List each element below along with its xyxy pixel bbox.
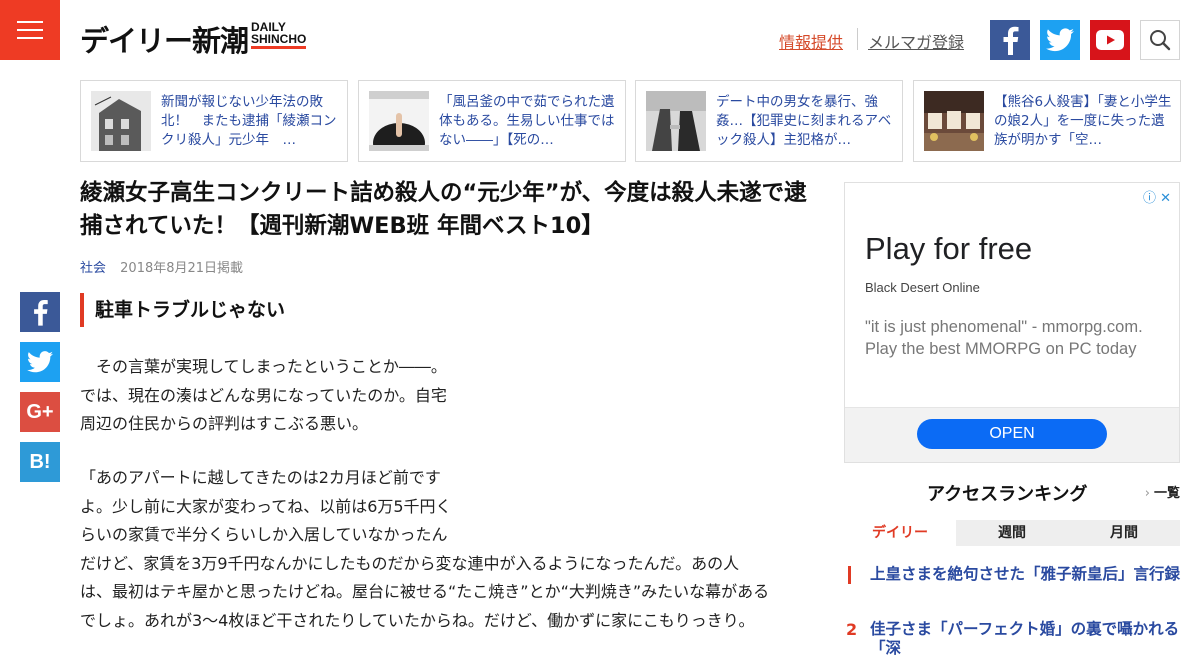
card-title: 「風呂釜の中で茹でられた遺体もある。生易しい仕事ではない――」【死の… [439, 94, 615, 148]
ranking-more-link[interactable]: › 一覧 [1145, 482, 1180, 501]
ad-advertiser: Black Desert Online [865, 280, 980, 295]
hatena-bookmark-icon: B! [29, 450, 51, 473]
chevron-right-icon: › [1144, 486, 1150, 501]
related-card[interactable]: デート中の男女を暴行、強姦…【犯罪史に刻まれるアベック殺人】主犯格が… [635, 80, 903, 162]
ad-open-button[interactable]: OPEN [917, 419, 1107, 449]
tab-weekly[interactable]: 週間 [956, 520, 1068, 546]
menu-icon [17, 21, 43, 39]
search-button[interactable] [1140, 20, 1180, 60]
adchoices-icon[interactable]: ⓘ ✕ [1143, 187, 1171, 206]
share-twitter-button[interactable] [20, 342, 60, 382]
facebook-icon [34, 300, 48, 326]
ad-description: "it is just phenomenal" - mmorpg.com. Pl… [865, 318, 1143, 358]
rank-title: 上皇さまを絶句させた「雅子新皇后」言行録 [870, 565, 1181, 583]
card-thumbnail [646, 91, 706, 151]
site-logo[interactable]: デイリー新潮 DAILY SHINCHO [80, 18, 307, 60]
logo-text-en: DAILY SHINCHO [251, 18, 307, 49]
header-divider [857, 28, 858, 50]
newsletter-link[interactable]: メルマガ登録 [868, 29, 964, 53]
share-hatena-button[interactable]: B! [20, 442, 60, 482]
twitter-icon [27, 351, 53, 373]
article-paragraph: その言葉が実現してしまったということか――。 では、現在の湊はどんな男になってい… [80, 357, 447, 433]
info-submit-link[interactable]: 情報提供 [779, 29, 843, 53]
card-title: デート中の男女を暴行、強姦…【犯罪史に刻まれるアベック殺人】主犯格が… [716, 94, 892, 148]
twitter-icon [1046, 28, 1074, 52]
article-date: 2018年8月21日掲載 [120, 261, 244, 276]
youtube-icon [1096, 30, 1124, 50]
share-google-plus-button[interactable]: G+ [20, 392, 60, 432]
tab-monthly[interactable]: 月間 [1068, 520, 1180, 546]
search-icon [1150, 30, 1171, 51]
card-thumbnail [369, 91, 429, 151]
menu-button[interactable] [0, 0, 60, 60]
sidebar-ad[interactable]: ⓘ ✕ Play for free Black Desert Online "i… [844, 182, 1180, 463]
ad-footer: OPEN [845, 407, 1179, 462]
related-card[interactable]: 新聞が報じない少年法の敗北！ またも逮捕「綾瀬コンクリ殺人」元少年 … [80, 80, 348, 162]
article-subheading: 駐車トラブルじゃない [80, 293, 285, 327]
rank-number: 1 [848, 566, 851, 584]
rank-title: 佳子さま「パーフェクト婚」の裏で囁かれる「深 [870, 620, 1180, 657]
header-twitter-button[interactable] [1040, 20, 1080, 60]
related-card[interactable]: 「風呂釜の中で茹でられた遺体もある。生易しい仕事ではない――」【死の… [358, 80, 626, 162]
header-facebook-button[interactable] [990, 20, 1030, 60]
card-title: 【熊谷6人殺害】「妻と小学生の娘2人」を一度に失った遺族が明かす「空… [994, 94, 1172, 148]
card-thumbnail [91, 91, 151, 151]
article-title: 綾瀬女子高生コンクリート詰め殺人の“元少年”が、今度は殺人未遂で逮捕されていた！… [80, 180, 807, 239]
logo-text-jp: デイリー新潮 [80, 24, 249, 58]
ad-headline[interactable]: Play for free [865, 231, 1032, 267]
google-plus-icon: G+ [26, 400, 54, 423]
article-paragraph: 「あのアパートに越してきたのは2カ月ほど前です よ。少し前に大家が変わってね、以… [80, 468, 770, 630]
ranking-header: アクセスランキング › 一覧 [844, 478, 1180, 505]
header-youtube-button[interactable] [1090, 20, 1130, 60]
article-meta: 社会 2018年8月21日掲載 [80, 257, 243, 276]
related-card[interactable]: 【熊谷6人殺害】「妻と小学生の娘2人」を一度に失った遺族が明かす「空… [913, 80, 1181, 162]
ranking-tabs: デイリー 週間 月間 [844, 520, 1180, 546]
facebook-icon [1003, 26, 1019, 55]
card-thumbnail [924, 91, 984, 151]
article-category-link[interactable]: 社会 [80, 261, 106, 276]
related-articles: 新聞が報じない少年法の敗北！ またも逮捕「綾瀬コンクリ殺人」元少年 … 「風呂釜… [80, 80, 1181, 162]
tab-daily[interactable]: デイリー [844, 520, 956, 546]
share-facebook-button[interactable] [20, 292, 60, 332]
ranking-title: アクセスランキング [927, 484, 1088, 505]
card-title: 新聞が報じない少年法の敗北！ またも逮捕「綾瀬コンクリ殺人」元少年 … [161, 94, 337, 148]
